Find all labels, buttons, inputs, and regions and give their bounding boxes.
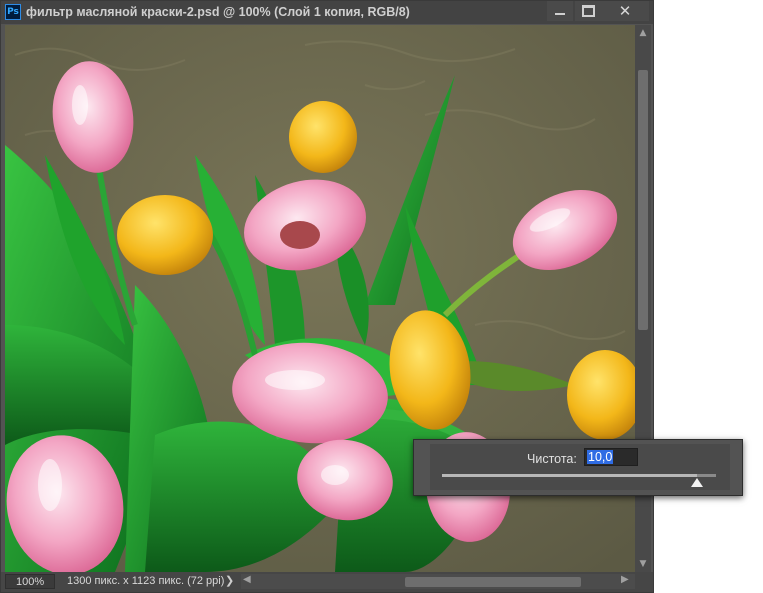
document-info: 1300 пикс. x 1123 пикс. (72 ppi) xyxy=(67,575,225,587)
document-title: фильтр масляной краски-2.psd @ 100% (Сло… xyxy=(26,5,410,19)
minimize-button[interactable] xyxy=(547,1,573,21)
scroll-down-icon[interactable]: ▼ xyxy=(635,556,651,572)
horizontal-scrollbar[interactable]: ◀ ▶ xyxy=(241,574,635,589)
purity-slider-fill xyxy=(442,474,697,477)
title-bar[interactable]: Ps фильтр масляной краски-2.psd @ 100% (… xyxy=(1,1,653,24)
purity-slider-handle[interactable] xyxy=(690,478,703,487)
purity-slider-track[interactable] xyxy=(442,474,716,477)
scrubby-slider-popup: Чистота: 10,0 xyxy=(413,439,743,496)
status-menu-arrow-icon[interactable]: ❯ xyxy=(225,574,234,587)
popup-body: Чистота: 10,0 xyxy=(430,444,730,490)
maximize-icon xyxy=(581,5,595,17)
zoom-field[interactable]: 100% xyxy=(5,574,55,589)
scroll-right-icon[interactable]: ▶ xyxy=(621,574,629,585)
purity-label: Чистота: xyxy=(527,452,577,466)
horizontal-scroll-thumb[interactable] xyxy=(405,577,581,587)
close-button[interactable]: ✕ xyxy=(601,1,649,21)
vertical-scroll-thumb[interactable] xyxy=(638,70,648,330)
purity-input[interactable]: 10,0 xyxy=(584,448,638,466)
minimize-icon xyxy=(555,13,565,15)
status-bar: 100% 1300 пикс. x 1123 пикс. (72 ppi) ❯ … xyxy=(1,572,653,592)
purity-value: 10,0 xyxy=(587,450,614,464)
photoshop-logo-icon: Ps xyxy=(5,4,21,20)
scroll-up-icon[interactable]: ▲ xyxy=(635,25,651,41)
scroll-left-icon[interactable]: ◀ xyxy=(243,574,251,585)
maximize-button[interactable] xyxy=(575,1,601,21)
document-window: Ps фильтр масляной краски-2.psd @ 100% (… xyxy=(0,0,654,593)
close-icon: ✕ xyxy=(618,1,632,20)
